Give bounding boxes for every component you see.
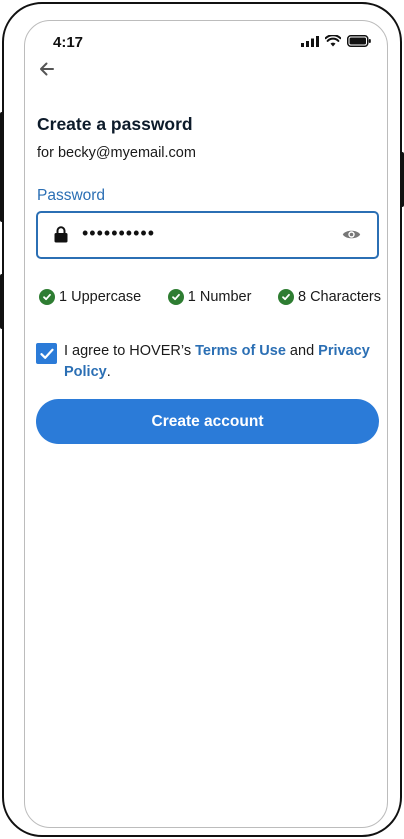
check-circle-icon bbox=[167, 289, 184, 305]
requirement-uppercase: 1 Uppercase bbox=[39, 289, 141, 305]
agree-text: I agree to HOVER’s Terms of Use and Priv… bbox=[64, 341, 374, 383]
requirement-length: 8 Characters bbox=[277, 289, 381, 305]
requirement-label: 1 Number bbox=[187, 289, 252, 305]
password-field[interactable]: •••••••••• bbox=[36, 211, 379, 259]
requirement-number: 1 Number bbox=[167, 289, 252, 305]
lock-icon bbox=[54, 226, 68, 243]
signal-icon bbox=[301, 35, 319, 47]
agree-prefix: I agree to HOVER’s bbox=[64, 343, 196, 359]
check-circle-icon bbox=[277, 289, 294, 305]
password-value: •••••••••• bbox=[82, 223, 156, 243]
wifi-icon bbox=[325, 35, 341, 47]
arrow-left-icon bbox=[40, 62, 54, 76]
eye-icon[interactable] bbox=[342, 228, 361, 241]
status-icons bbox=[301, 35, 371, 47]
terms-of-use-link[interactable]: Terms of Use bbox=[195, 343, 286, 359]
check-circle-icon bbox=[39, 289, 55, 305]
agree-and: and bbox=[285, 343, 319, 359]
battery-icon bbox=[347, 35, 371, 47]
page-subtitle: for becky@myemail.com bbox=[37, 145, 196, 161]
create-account-button[interactable]: Create account bbox=[36, 399, 379, 444]
checkmark-icon bbox=[39, 348, 54, 359]
side-button-left-bottom bbox=[0, 274, 4, 329]
screen: 4:17 Create a password for becky@myemail… bbox=[24, 20, 388, 828]
status-time: 4:17 bbox=[53, 34, 84, 51]
phone-frame: 4:17 Create a password for becky@myemail… bbox=[0, 2, 404, 837]
page-title: Create a password bbox=[37, 114, 193, 134]
side-button-right bbox=[400, 152, 404, 207]
password-label: Password bbox=[37, 187, 106, 204]
requirement-label: 1 Uppercase bbox=[59, 289, 142, 305]
requirement-label: 8 Characters bbox=[297, 289, 381, 305]
password-requirements: 1 Uppercase 1 Number 8 Characters bbox=[39, 289, 381, 305]
agree-suffix: . bbox=[106, 364, 111, 380]
agree-checkbox[interactable] bbox=[36, 343, 57, 364]
back-button[interactable] bbox=[37, 59, 57, 79]
side-button-left-top bbox=[0, 112, 4, 222]
